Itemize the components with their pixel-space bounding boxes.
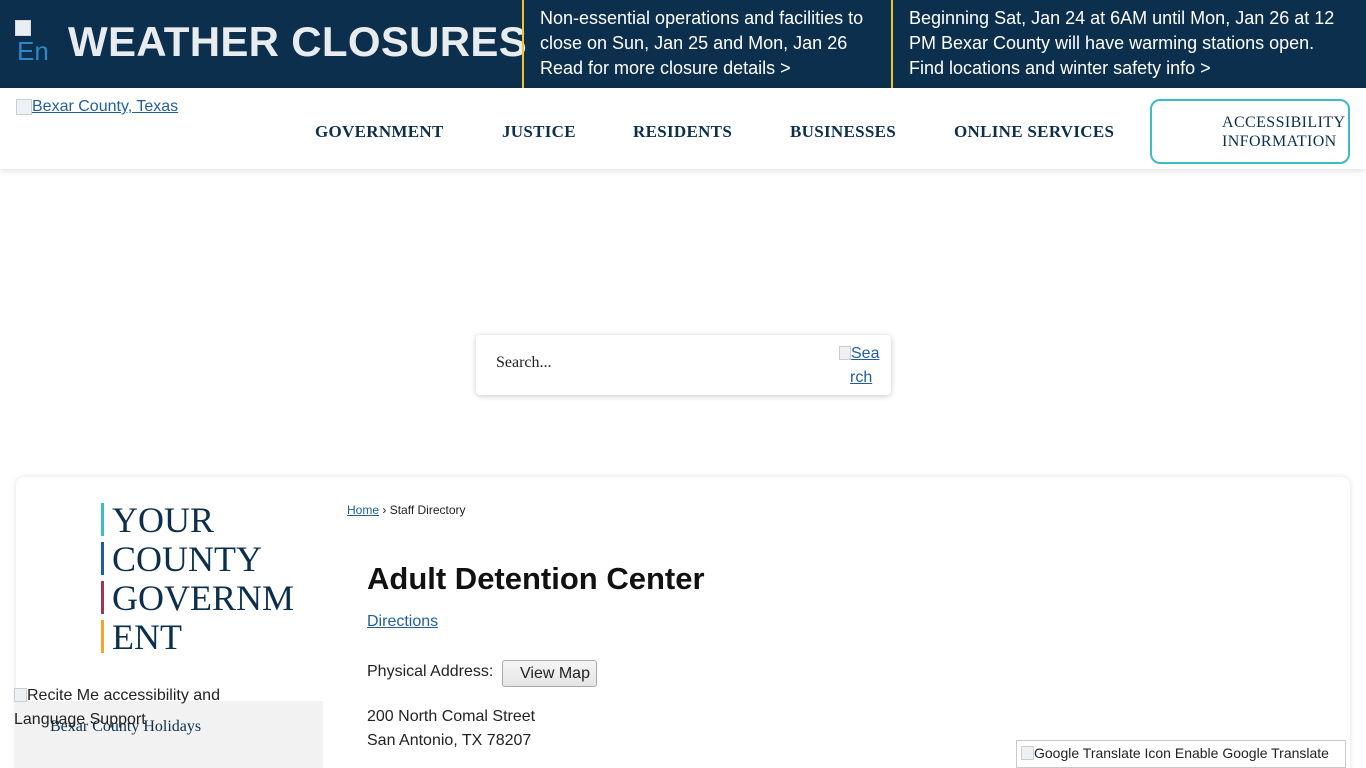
- translate-icon: [1021, 746, 1034, 760]
- recite-me-button[interactable]: Recite Me accessibility and Language Sup…: [14, 684, 254, 732]
- broken-image-icon: [16, 99, 32, 115]
- alert-message-link[interactable]: Find locations and winter safety info >: [909, 56, 1334, 81]
- sidebar-title-text: GOVERNM: [112, 577, 295, 618]
- google-translate-button[interactable]: Google Translate Icon Enable Google Tran…: [1016, 740, 1346, 768]
- broken-image-icon: En: [15, 20, 61, 66]
- breadcrumb-home-link[interactable]: Home: [347, 503, 379, 517]
- site-search: Sea rch: [476, 335, 891, 395]
- sidebar-title-line: ENT: [101, 617, 294, 656]
- physical-address-label: Physical Address:: [367, 663, 494, 680]
- alert-message-line: PM Bexar County will have warming statio…: [909, 33, 1315, 53]
- accessibility-label: ACCESSIBILITY INFORMATION: [1222, 113, 1345, 151]
- breadcrumb-current: Staff Directory: [389, 503, 466, 517]
- breadcrumb-separator: ›: [382, 503, 387, 517]
- sidebar-title-line: COUNTY: [101, 539, 294, 578]
- alert-message-line: Beginning Sat, Jan 24 at 6AM until Mon, …: [909, 8, 1335, 28]
- accent-bar: [101, 503, 104, 536]
- accessibility-information-button[interactable]: ACCESSIBILITY INFORMATION: [1150, 99, 1350, 164]
- alert-message-closures[interactable]: Non-essential operations and facilities …: [540, 6, 863, 81]
- logo-alt-text: Bexar County, Texas: [32, 98, 179, 115]
- nav-businesses[interactable]: BUSINESSES: [790, 122, 896, 142]
- sidebar-title-text: COUNTY: [112, 538, 262, 579]
- alert-message-link[interactable]: Read for more closure details >: [540, 56, 863, 81]
- recite-me-alt: Recite Me accessibility and Language Sup…: [14, 687, 220, 728]
- search-input[interactable]: [496, 354, 796, 372]
- search-button-alt: rch: [850, 369, 873, 386]
- nav-residents[interactable]: RESIDENTS: [633, 122, 732, 142]
- accent-bar: [101, 620, 104, 653]
- nav-justice[interactable]: JUSTICE: [502, 122, 576, 142]
- address-line: San Antonio, TX 78207: [367, 732, 532, 749]
- physical-address: 200 North Comal Street San Antonio, TX 7…: [367, 705, 535, 753]
- accent-bar: [101, 542, 104, 575]
- translate-label: Google Translate Icon Enable Google Tran…: [1034, 745, 1329, 761]
- accessibility-label-line: ACCESSIBILITY: [1222, 114, 1346, 131]
- alert-icon-alt: En: [17, 36, 49, 66]
- nav-online-services[interactable]: ONLINE SERVICES: [954, 122, 1114, 142]
- weather-alert-banner: En WEATHER CLOSURES Non-essential operat…: [0, 0, 1366, 88]
- address-line: 200 North Comal Street: [367, 708, 536, 725]
- view-map-button[interactable]: View Map: [502, 660, 597, 687]
- alert-separator: [891, 0, 893, 88]
- accent-bar: [101, 581, 104, 614]
- sidebar-title-line: GOVERNM: [101, 578, 294, 617]
- nav-government[interactable]: GOVERNMENT: [315, 122, 444, 142]
- sidebar-title-text: YOUR: [112, 499, 215, 540]
- sidebar-title: YOUR COUNTY GOVERNM ENT: [101, 500, 294, 656]
- sidebar-title-line: YOUR: [101, 500, 294, 539]
- site-header: Bexar County, Texas GOVERNMENT JUSTICE R…: [0, 88, 1366, 169]
- search-button-alt: Sea: [851, 345, 880, 362]
- accessibility-label-line: INFORMATION: [1222, 133, 1337, 150]
- search-icon: [839, 346, 851, 360]
- broken-image-icon: [14, 688, 27, 702]
- page-title: Adult Detention Center: [367, 561, 705, 596]
- sidebar-title-text: ENT: [112, 616, 182, 657]
- breadcrumb: Home › Staff Directory: [347, 503, 466, 517]
- alert-separator: [522, 0, 524, 88]
- alert-title[interactable]: WEATHER CLOSURES: [68, 18, 527, 66]
- search-button[interactable]: Sea rch: [839, 342, 887, 390]
- directions-link[interactable]: Directions: [367, 613, 438, 631]
- alert-message-warming[interactable]: Beginning Sat, Jan 24 at 6AM until Mon, …: [909, 6, 1334, 81]
- alert-message-line: close on Sun, Jan 25 and Mon, Jan 26: [540, 33, 848, 53]
- alert-message-line: Non-essential operations and facilities …: [540, 8, 864, 28]
- county-logo-link[interactable]: Bexar County, Texas: [16, 98, 178, 116]
